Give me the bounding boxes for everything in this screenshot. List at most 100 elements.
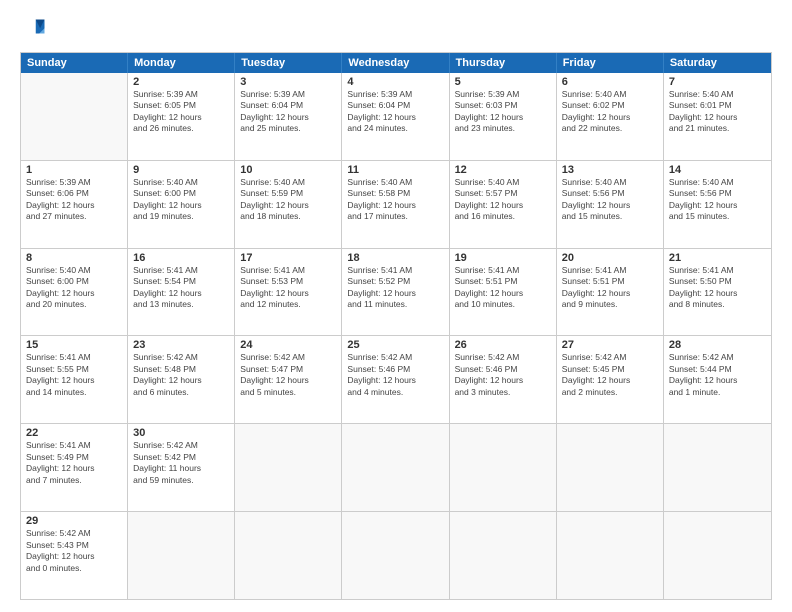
cell-content: Sunrise: 5:42 AM Sunset: 5:43 PM Dayligh…	[26, 528, 122, 574]
calendar-cell	[342, 424, 449, 511]
cell-content: Sunrise: 5:42 AM Sunset: 5:47 PM Dayligh…	[240, 352, 336, 398]
calendar-cell: 27Sunrise: 5:42 AM Sunset: 5:45 PM Dayli…	[557, 336, 664, 423]
header-day-wednesday: Wednesday	[342, 53, 449, 73]
calendar-cell: 12Sunrise: 5:40 AM Sunset: 5:57 PM Dayli…	[450, 161, 557, 248]
cell-content: Sunrise: 5:42 AM Sunset: 5:46 PM Dayligh…	[455, 352, 551, 398]
calendar-cell: 2Sunrise: 5:39 AM Sunset: 6:05 PM Daylig…	[128, 73, 235, 160]
logo	[20, 16, 52, 44]
day-number: 24	[240, 339, 336, 351]
logo-icon	[20, 16, 48, 44]
day-number: 16	[133, 252, 229, 264]
calendar-cell	[450, 424, 557, 511]
calendar-cell: 7Sunrise: 5:40 AM Sunset: 6:01 PM Daylig…	[664, 73, 771, 160]
calendar-cell: 6Sunrise: 5:40 AM Sunset: 6:02 PM Daylig…	[557, 73, 664, 160]
calendar-cell: 18Sunrise: 5:41 AM Sunset: 5:52 PM Dayli…	[342, 249, 449, 336]
day-number: 17	[240, 252, 336, 264]
day-number: 20	[562, 252, 658, 264]
cell-content: Sunrise: 5:41 AM Sunset: 5:54 PM Dayligh…	[133, 265, 229, 311]
day-number: 29	[26, 515, 122, 527]
day-number: 22	[26, 427, 122, 439]
header-day-saturday: Saturday	[664, 53, 771, 73]
calendar-cell: 21Sunrise: 5:41 AM Sunset: 5:50 PM Dayli…	[664, 249, 771, 336]
cell-content: Sunrise: 5:42 AM Sunset: 5:44 PM Dayligh…	[669, 352, 766, 398]
calendar-cell: 25Sunrise: 5:42 AM Sunset: 5:46 PM Dayli…	[342, 336, 449, 423]
calendar-cell: 30Sunrise: 5:42 AM Sunset: 5:42 PM Dayli…	[128, 424, 235, 511]
day-number: 15	[26, 339, 122, 351]
day-number: 14	[669, 164, 766, 176]
calendar-cell: 17Sunrise: 5:41 AM Sunset: 5:53 PM Dayli…	[235, 249, 342, 336]
cell-content: Sunrise: 5:40 AM Sunset: 5:56 PM Dayligh…	[562, 177, 658, 223]
cell-content: Sunrise: 5:42 AM Sunset: 5:45 PM Dayligh…	[562, 352, 658, 398]
calendar-cell: 14Sunrise: 5:40 AM Sunset: 5:56 PM Dayli…	[664, 161, 771, 248]
day-number: 3	[240, 76, 336, 88]
day-number: 19	[455, 252, 551, 264]
calendar-cell: 29Sunrise: 5:42 AM Sunset: 5:43 PM Dayli…	[21, 512, 128, 599]
cell-content: Sunrise: 5:40 AM Sunset: 6:01 PM Dayligh…	[669, 89, 766, 135]
calendar-cell: 20Sunrise: 5:41 AM Sunset: 5:51 PM Dayli…	[557, 249, 664, 336]
header-day-thursday: Thursday	[450, 53, 557, 73]
calendar-cell: 13Sunrise: 5:40 AM Sunset: 5:56 PM Dayli…	[557, 161, 664, 248]
calendar-cell	[342, 512, 449, 599]
calendar-cell: 1Sunrise: 5:39 AM Sunset: 6:06 PM Daylig…	[21, 161, 128, 248]
day-number: 10	[240, 164, 336, 176]
calendar-row: 8Sunrise: 5:40 AM Sunset: 6:00 PM Daylig…	[21, 248, 771, 336]
cell-content: Sunrise: 5:40 AM Sunset: 5:57 PM Dayligh…	[455, 177, 551, 223]
page: SundayMondayTuesdayWednesdayThursdayFrid…	[0, 0, 792, 612]
day-number: 28	[669, 339, 766, 351]
cell-content: Sunrise: 5:39 AM Sunset: 6:06 PM Dayligh…	[26, 177, 122, 223]
calendar-cell: 28Sunrise: 5:42 AM Sunset: 5:44 PM Dayli…	[664, 336, 771, 423]
cell-content: Sunrise: 5:41 AM Sunset: 5:51 PM Dayligh…	[455, 265, 551, 311]
cell-content: Sunrise: 5:39 AM Sunset: 6:04 PM Dayligh…	[347, 89, 443, 135]
cell-content: Sunrise: 5:41 AM Sunset: 5:55 PM Dayligh…	[26, 352, 122, 398]
cell-content: Sunrise: 5:40 AM Sunset: 5:56 PM Dayligh…	[669, 177, 766, 223]
day-number: 8	[26, 252, 122, 264]
calendar-cell: 10Sunrise: 5:40 AM Sunset: 5:59 PM Dayli…	[235, 161, 342, 248]
calendar-cell: 22Sunrise: 5:41 AM Sunset: 5:49 PM Dayli…	[21, 424, 128, 511]
cell-content: Sunrise: 5:39 AM Sunset: 6:04 PM Dayligh…	[240, 89, 336, 135]
day-number: 2	[133, 76, 229, 88]
header-day-sunday: Sunday	[21, 53, 128, 73]
calendar-cell: 19Sunrise: 5:41 AM Sunset: 5:51 PM Dayli…	[450, 249, 557, 336]
calendar-cell	[235, 424, 342, 511]
day-number: 25	[347, 339, 443, 351]
day-number: 9	[133, 164, 229, 176]
header-day-tuesday: Tuesday	[235, 53, 342, 73]
cell-content: Sunrise: 5:42 AM Sunset: 5:48 PM Dayligh…	[133, 352, 229, 398]
cell-content: Sunrise: 5:41 AM Sunset: 5:53 PM Dayligh…	[240, 265, 336, 311]
calendar-cell: 15Sunrise: 5:41 AM Sunset: 5:55 PM Dayli…	[21, 336, 128, 423]
calendar-cell: 24Sunrise: 5:42 AM Sunset: 5:47 PM Dayli…	[235, 336, 342, 423]
day-number: 18	[347, 252, 443, 264]
cell-content: Sunrise: 5:40 AM Sunset: 5:58 PM Dayligh…	[347, 177, 443, 223]
header	[20, 16, 772, 44]
calendar-cell	[235, 512, 342, 599]
calendar-cell: 8Sunrise: 5:40 AM Sunset: 6:00 PM Daylig…	[21, 249, 128, 336]
day-number: 26	[455, 339, 551, 351]
cell-content: Sunrise: 5:40 AM Sunset: 6:00 PM Dayligh…	[26, 265, 122, 311]
cell-content: Sunrise: 5:42 AM Sunset: 5:42 PM Dayligh…	[133, 440, 229, 486]
cell-content: Sunrise: 5:41 AM Sunset: 5:52 PM Dayligh…	[347, 265, 443, 311]
calendar-row: 1Sunrise: 5:39 AM Sunset: 6:06 PM Daylig…	[21, 160, 771, 248]
calendar-cell	[450, 512, 557, 599]
calendar: SundayMondayTuesdayWednesdayThursdayFrid…	[20, 52, 772, 600]
calendar-cell	[21, 73, 128, 160]
calendar-cell: 5Sunrise: 5:39 AM Sunset: 6:03 PM Daylig…	[450, 73, 557, 160]
calendar-cell: 23Sunrise: 5:42 AM Sunset: 5:48 PM Dayli…	[128, 336, 235, 423]
cell-content: Sunrise: 5:42 AM Sunset: 5:46 PM Dayligh…	[347, 352, 443, 398]
cell-content: Sunrise: 5:41 AM Sunset: 5:51 PM Dayligh…	[562, 265, 658, 311]
cell-content: Sunrise: 5:41 AM Sunset: 5:49 PM Dayligh…	[26, 440, 122, 486]
day-number: 5	[455, 76, 551, 88]
cell-content: Sunrise: 5:40 AM Sunset: 5:59 PM Dayligh…	[240, 177, 336, 223]
day-number: 13	[562, 164, 658, 176]
day-number: 4	[347, 76, 443, 88]
cell-content: Sunrise: 5:41 AM Sunset: 5:50 PM Dayligh…	[669, 265, 766, 311]
day-number: 21	[669, 252, 766, 264]
day-number: 11	[347, 164, 443, 176]
calendar-cell: 3Sunrise: 5:39 AM Sunset: 6:04 PM Daylig…	[235, 73, 342, 160]
calendar-cell	[664, 512, 771, 599]
calendar-cell	[664, 424, 771, 511]
calendar-header: SundayMondayTuesdayWednesdayThursdayFrid…	[21, 53, 771, 73]
calendar-cell: 9Sunrise: 5:40 AM Sunset: 6:00 PM Daylig…	[128, 161, 235, 248]
calendar-cell	[128, 512, 235, 599]
cell-content: Sunrise: 5:39 AM Sunset: 6:03 PM Dayligh…	[455, 89, 551, 135]
day-number: 27	[562, 339, 658, 351]
